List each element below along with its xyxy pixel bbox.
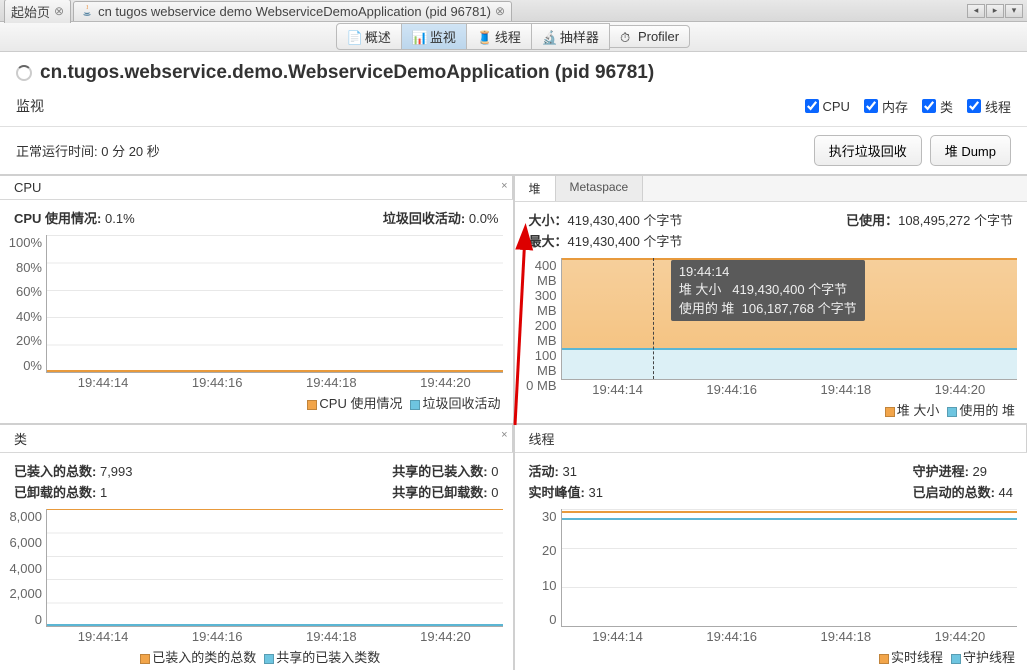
heap-legend: 堆 大小使用的 堆 bbox=[515, 398, 1027, 423]
panel-threads: 线程 活动: 31 实时峰值: 31 守护进程: 29 已启动的总数: 44 3… bbox=[515, 425, 1027, 670]
toolbar: 📄概述 📊监视 🧵线程 🔬抽样器 ⏱Profiler bbox=[0, 22, 1027, 52]
cpu-chart: 100%80%60%40%20%0% 19:44:1419:44:1619:44… bbox=[0, 231, 513, 391]
tb-monitor[interactable]: 📊监视 bbox=[401, 23, 467, 50]
threads-tab[interactable]: 线程 bbox=[515, 425, 1027, 452]
tb-profiler[interactable]: ⏱Profiler bbox=[609, 25, 690, 48]
panel-classes: 类× 已装入的总数: 7,993 已卸载的总数: 1 共享的已装入数: 0 共享… bbox=[0, 425, 513, 670]
metaspace-tab[interactable]: Metaspace bbox=[556, 176, 644, 201]
panel-cpu: CPU× CPU 使用情况: 0.1% 垃圾回收活动: 0.0% 100%80%… bbox=[0, 176, 513, 423]
threads-legend: 实时线程守护线程 bbox=[515, 645, 1027, 670]
close-icon[interactable]: × bbox=[501, 180, 507, 192]
threads-icon: 🧵 bbox=[477, 30, 491, 44]
win-next-icon[interactable]: ▸ bbox=[986, 4, 1004, 18]
tab-app-label: cn tugos webservice demo WebserviceDemoA… bbox=[98, 4, 491, 19]
profiler-icon: ⏱ bbox=[620, 30, 634, 44]
chk-mem[interactable]: 内存 bbox=[864, 97, 908, 116]
win-menu-icon[interactable]: ▾ bbox=[1005, 4, 1023, 18]
threads-chart: 3020100 19:44:1419:44:1619:44:1819:44:20 bbox=[515, 505, 1027, 645]
panel-heap: 堆 Metaspace 大小：419,430,400 个字节 最大：419,43… bbox=[515, 176, 1027, 423]
gc-button[interactable]: 执行垃圾回收 bbox=[814, 135, 922, 166]
java-icon bbox=[80, 4, 94, 18]
section-label: 监视 bbox=[16, 96, 44, 116]
cpu-tab[interactable]: CPU× bbox=[0, 176, 513, 199]
close-icon[interactable]: × bbox=[501, 429, 507, 441]
close-icon[interactable]: ⊗ bbox=[54, 4, 64, 18]
heap-chart: 400 MB300 MB200 MB100 MB0 MB 19:44:14 堆 … bbox=[515, 254, 1027, 398]
tb-overview[interactable]: 📄概述 bbox=[336, 23, 402, 50]
classes-legend: 已装入的类的总数共享的已装入类数 bbox=[0, 645, 513, 670]
heap-dump-button[interactable]: 堆 Dump bbox=[930, 135, 1011, 166]
chk-class[interactable]: 类 bbox=[922, 97, 953, 116]
heap-tooltip: 19:44:14 堆 大小 419,430,400 个字节 使用的 堆 106,… bbox=[671, 260, 865, 321]
overview-icon: 📄 bbox=[347, 30, 361, 44]
monitor-icon: 📊 bbox=[412, 30, 426, 44]
app-tabbar: 起始页 ⊗ cn tugos webservice demo Webservic… bbox=[0, 0, 1027, 22]
close-icon[interactable]: ⊗ bbox=[495, 4, 505, 18]
chk-cpu[interactable]: CPU bbox=[805, 99, 850, 114]
tb-sampler[interactable]: 🔬抽样器 bbox=[531, 23, 610, 50]
chk-thread[interactable]: 线程 bbox=[967, 97, 1011, 116]
cpu-legend: CPU 使用情况垃圾回收活动 bbox=[0, 391, 513, 416]
page-header: cn.tugos.webservice.demo.WebserviceDemoA… bbox=[0, 52, 1027, 92]
loading-icon bbox=[16, 65, 32, 81]
classes-chart: 8,0006,0004,0002,0000 19:44:1419:44:1619… bbox=[0, 505, 513, 645]
page-title: cn.tugos.webservice.demo.WebserviceDemoA… bbox=[40, 62, 654, 84]
uptime: 正常运行时间: 0 分 20 秒 bbox=[16, 141, 160, 160]
classes-tab[interactable]: 类× bbox=[0, 425, 513, 452]
tab-app[interactable]: cn tugos webservice demo WebserviceDemoA… bbox=[73, 1, 512, 21]
tab-start-label: 起始页 bbox=[11, 2, 50, 21]
tab-start[interactable]: 起始页 ⊗ bbox=[4, 0, 71, 23]
tb-threads[interactable]: 🧵线程 bbox=[466, 23, 532, 50]
sampler-icon: 🔬 bbox=[542, 30, 556, 44]
win-prev-icon[interactable]: ◂ bbox=[967, 4, 985, 18]
heap-tab[interactable]: 堆 bbox=[515, 176, 556, 201]
